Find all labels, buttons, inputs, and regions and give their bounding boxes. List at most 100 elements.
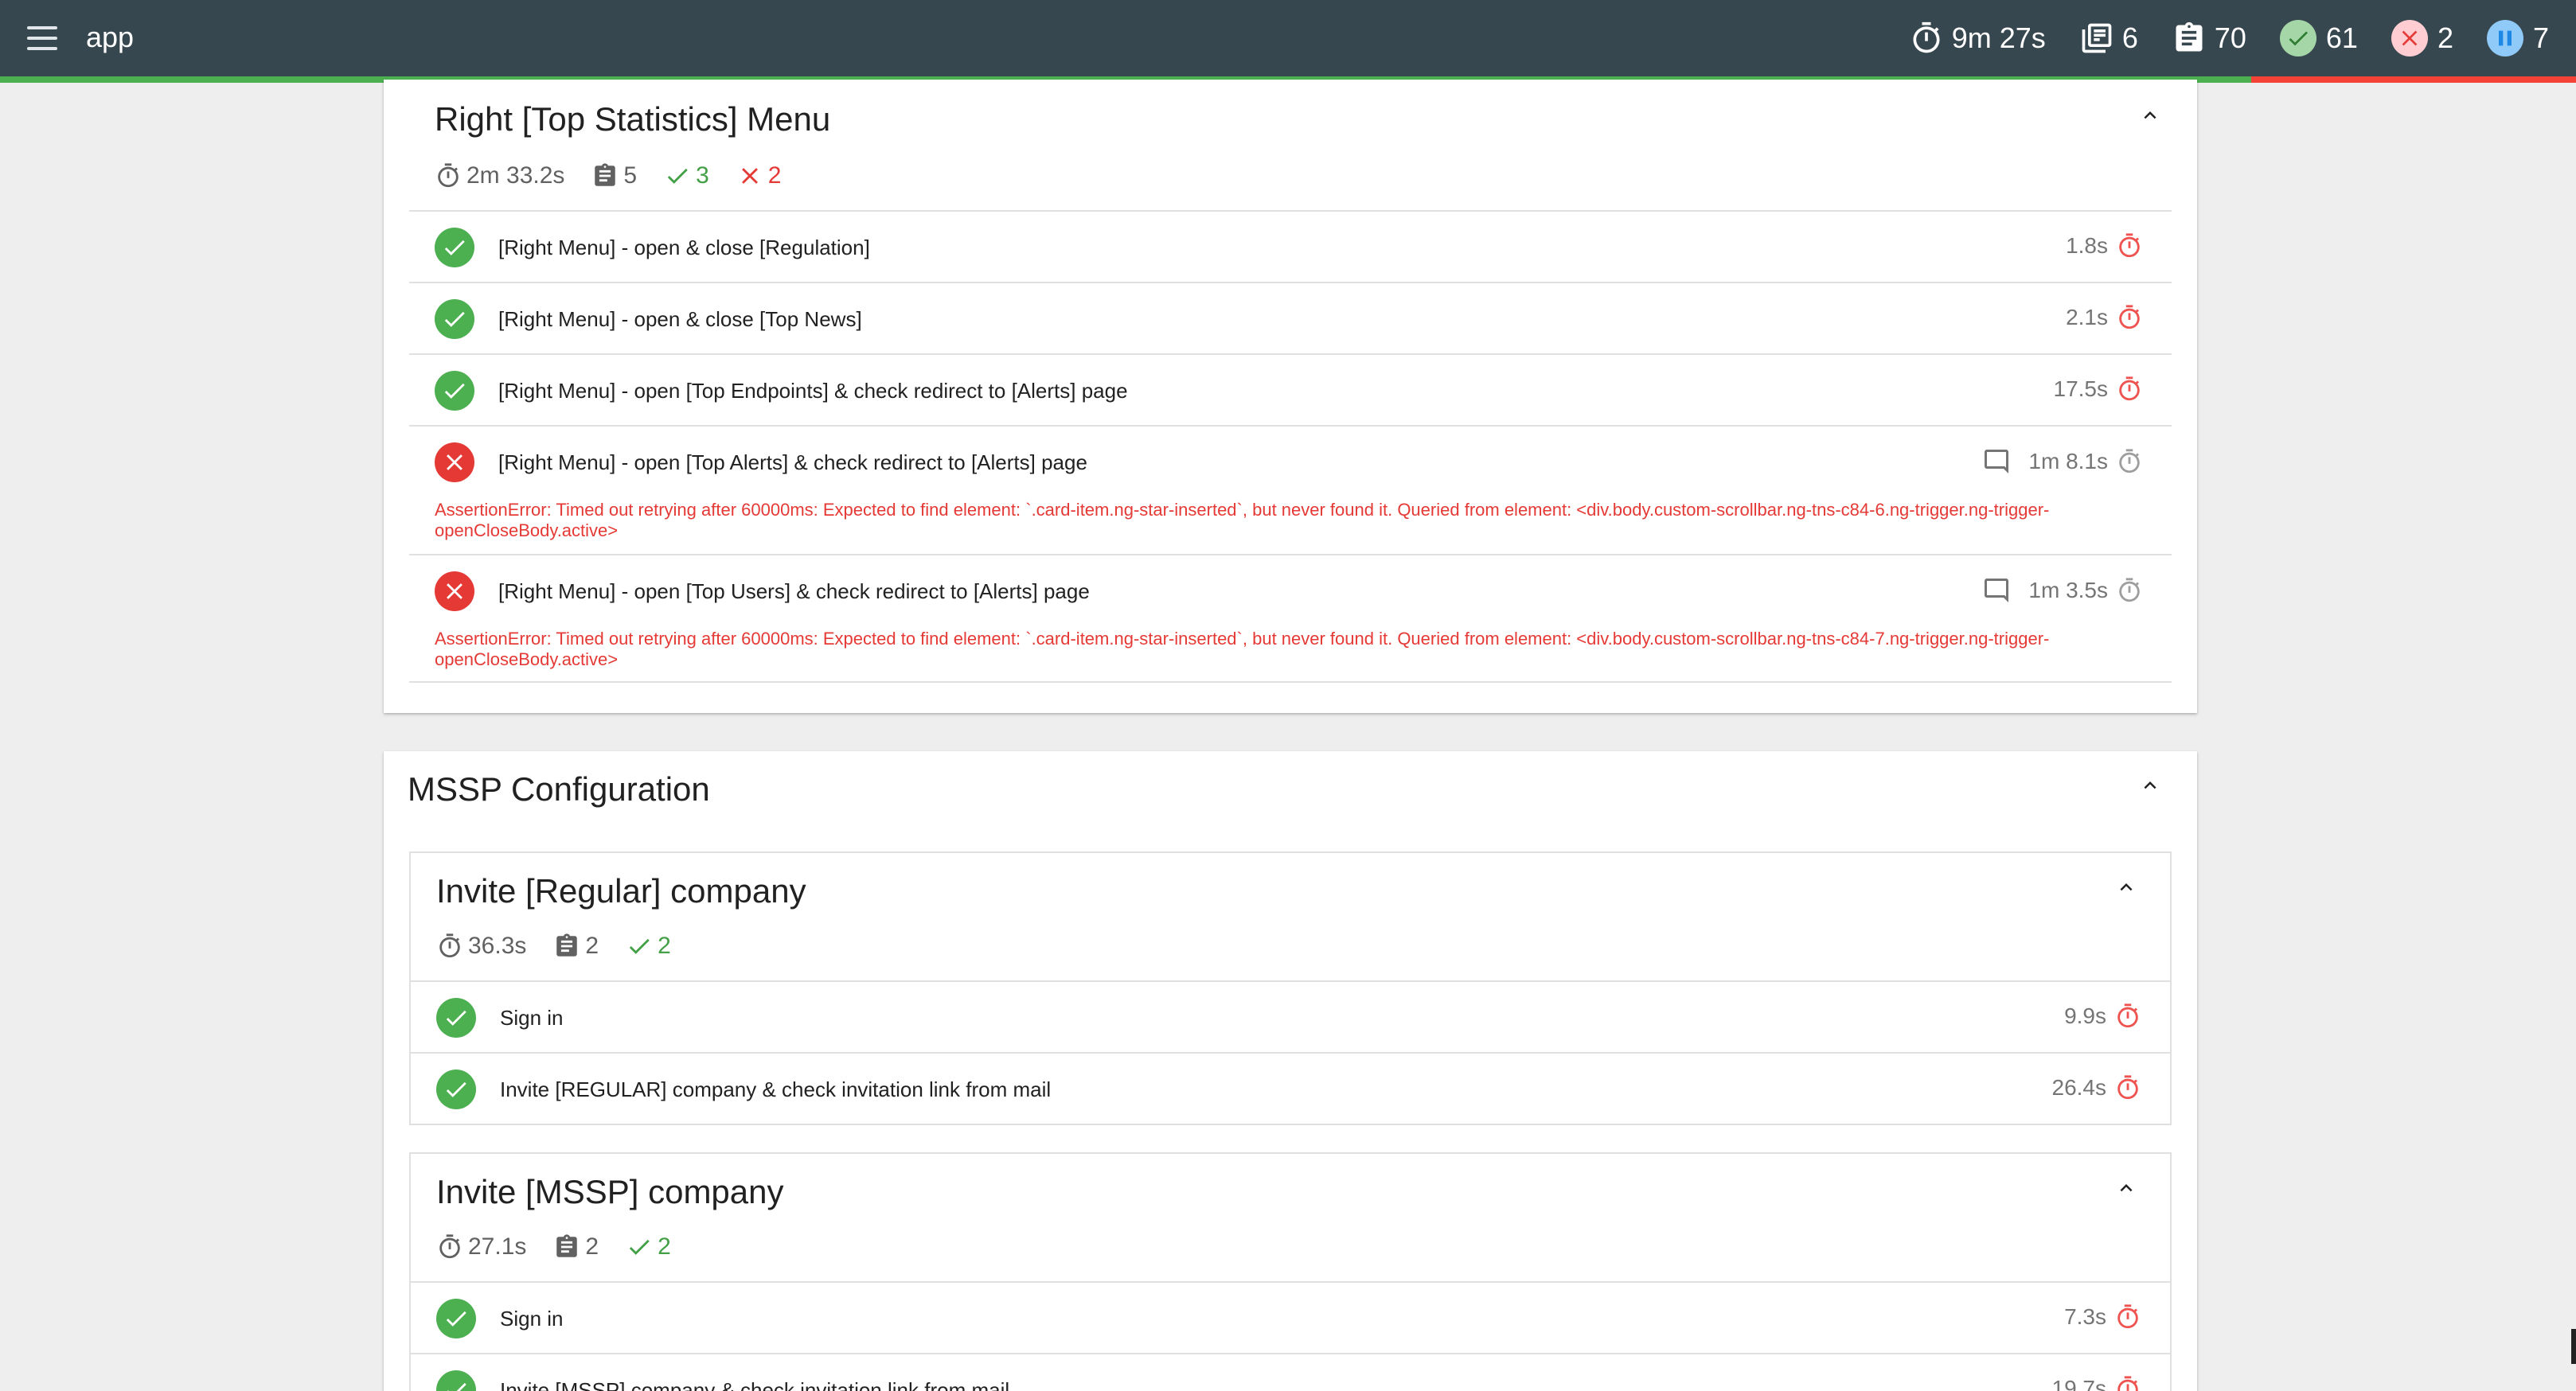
menu-icon[interactable]: [27, 26, 57, 50]
test-duration: 9.9s: [2064, 1003, 2141, 1030]
stat-duration-value: 9m 27s: [1951, 21, 2046, 54]
stat-pending[interactable]: 7: [2482, 20, 2554, 56]
summary-tests: 2: [553, 1233, 599, 1260]
check-icon: [441, 306, 468, 333]
test-duration-value: 1m 3.5s: [2028, 578, 2108, 602]
check-icon: [443, 1004, 470, 1031]
test-row[interactable]: Sign in 7.3s: [411, 1281, 2170, 1353]
fail-bar-segment: [2251, 76, 2576, 83]
stat-failed-value: 2: [2437, 21, 2453, 54]
stat-tests[interactable]: 70: [2167, 21, 2251, 56]
test-duration-value: 1.8s: [2066, 233, 2108, 258]
scrollbar-thumb[interactable]: [2571, 1329, 2576, 1364]
check-icon: [441, 377, 468, 404]
timer-icon: [2114, 1074, 2141, 1101]
comment-icon[interactable]: [1982, 447, 2011, 476]
stat-duration: 9m 27s: [1904, 21, 2051, 56]
check-icon: [443, 1377, 470, 1391]
suite-summary: 36.3s 2 2: [436, 933, 698, 960]
test-duration-value: 26.4s: [2051, 1075, 2107, 1100]
test-row[interactable]: [Right Menu] - open [Top Endpoints] & ch…: [409, 353, 2172, 425]
test-duration-value: 2.1s: [2066, 305, 2108, 329]
comment-icon[interactable]: [1982, 576, 2011, 605]
stat-failed[interactable]: 2: [2387, 20, 2458, 56]
summary-tests-value: 2: [585, 933, 599, 959]
collapse-chevron-icon[interactable]: [2138, 103, 2162, 127]
test-name: Invite [REGULAR] company & check invitat…: [500, 1077, 1052, 1101]
timer-icon: [1909, 21, 1944, 56]
check-icon: [443, 1076, 470, 1103]
passed-status-icon: [435, 371, 474, 411]
timer-icon: [2116, 376, 2143, 403]
test-row[interactable]: Sign in 9.9s: [411, 980, 2170, 1052]
test-row[interactable]: [Right Menu] - open & close [Regulation]…: [409, 210, 2172, 282]
summary-passed-value: 2: [658, 1233, 671, 1260]
passed-status-icon: [435, 299, 474, 339]
summary-passed-value: 2: [658, 933, 671, 959]
summary-passed: 2: [626, 933, 671, 960]
test-duration: 1.8s: [2066, 232, 2143, 259]
timer-icon: [2114, 1003, 2141, 1030]
test-duration: 26.4s: [2052, 1074, 2142, 1101]
summary-duration: 2m 33.2s: [435, 162, 564, 189]
timer-icon: [2116, 577, 2143, 604]
close-icon: [441, 449, 468, 476]
nested-suite-mssp: Invite [MSSP] company 27.1s 2 2 Sign in …: [409, 1152, 2172, 1391]
clipboard-icon: [553, 1233, 580, 1260]
test-list: [Right Menu] - open & close [Regulation]…: [409, 210, 2172, 689]
passed-status-icon: [436, 1370, 476, 1391]
test-duration: 2.1s: [2066, 304, 2143, 331]
stat-passed-value: 61: [2325, 21, 2358, 54]
stat-suites[interactable]: 6: [2074, 21, 2143, 56]
test-duration: 1m 8.1s: [1982, 447, 2143, 476]
clipboard-icon: [2172, 21, 2207, 56]
timer-icon: [2114, 1303, 2141, 1331]
library-books-icon: [2079, 21, 2114, 56]
test-duration-value: 19.7s: [2051, 1376, 2107, 1391]
check-icon: [626, 1233, 653, 1260]
close-icon: [441, 578, 468, 605]
timer-icon: [435, 162, 462, 189]
failed-status-icon: [435, 442, 474, 482]
test-duration-value: 9.9s: [2064, 1003, 2106, 1028]
timer-icon: [436, 933, 463, 960]
summary-passed: 3: [664, 162, 709, 189]
collapse-chevron-icon[interactable]: [2114, 1176, 2138, 1200]
test-duration: 1m 3.5s: [1982, 576, 2143, 605]
test-duration-value: 1m 8.1s: [2028, 449, 2108, 473]
check-icon: [2285, 25, 2311, 51]
test-row[interactable]: Invite [REGULAR] company & check invitat…: [411, 1052, 2170, 1124]
pause-icon: [2492, 25, 2518, 51]
stat-suites-value: 6: [2121, 21, 2138, 54]
app-title: app: [86, 21, 135, 53]
test-name: [Right Menu] - open & close [Top News]: [498, 307, 862, 331]
test-row-failed[interactable]: [Right Menu] - open [Top Users] & check …: [409, 554, 2172, 683]
test-row[interactable]: Invite [MSSP] company & check invitation…: [411, 1353, 2170, 1391]
summary-failed-value: 2: [767, 162, 782, 189]
test-duration: 17.5s: [2054, 376, 2144, 403]
nested-suite-title: Invite [MSSP] company: [436, 1173, 784, 1210]
suite-summary: 27.1s 2 2: [436, 1233, 698, 1260]
summary-tests-value: 2: [585, 1233, 599, 1260]
test-row[interactable]: [Right Menu] - open & close [Top News] 2…: [409, 282, 2172, 353]
summary-tests: 5: [591, 162, 637, 189]
timer-icon: [436, 1233, 463, 1260]
collapse-chevron-icon[interactable]: [2114, 875, 2138, 899]
check-icon: [441, 234, 468, 261]
timer-icon: [2116, 304, 2143, 331]
check-icon: [626, 933, 653, 960]
stat-passed[interactable]: 61: [2275, 20, 2363, 56]
passed-status-icon: [436, 1070, 476, 1109]
error-message: AssertionError: Timed out retrying after…: [435, 500, 2050, 540]
summary-duration-value: 36.3s: [468, 933, 527, 959]
collapse-chevron-icon[interactable]: [2138, 773, 2162, 797]
top-app-bar: app 9m 27s 6 70 61 2 7: [0, 0, 2576, 76]
suite-title: MSSP Configuration: [408, 770, 710, 808]
test-name: [Right Menu] - open [Top Endpoints] & ch…: [498, 379, 1128, 403]
check-icon: [443, 1305, 470, 1332]
close-icon: [736, 162, 763, 189]
summary-duration-value: 2m 33.2s: [466, 162, 565, 189]
passed-status-icon: [436, 998, 476, 1038]
test-row-failed[interactable]: [Right Menu] - open [Top Alerts] & check…: [409, 425, 2172, 554]
error-message: AssertionError: Timed out retrying after…: [435, 629, 2050, 669]
